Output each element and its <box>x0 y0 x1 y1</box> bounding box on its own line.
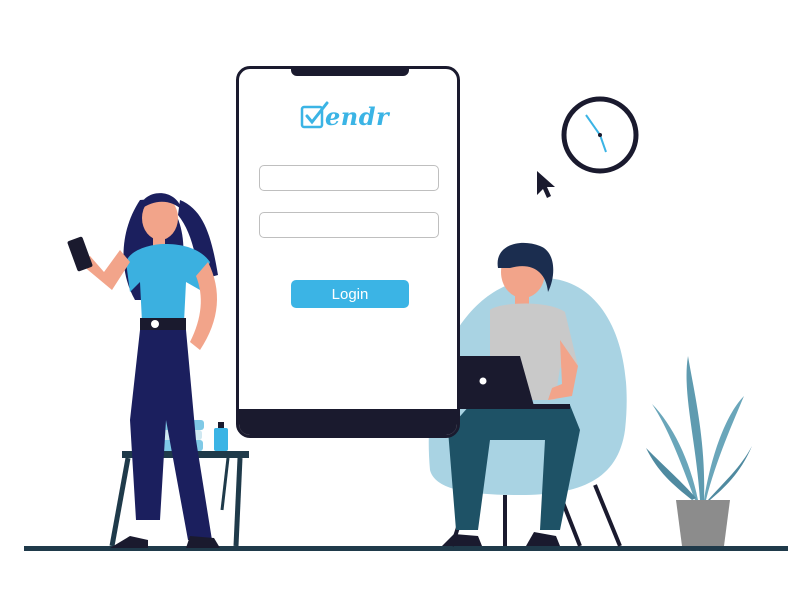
phone-bottom-bar <box>239 409 457 435</box>
clock-icon <box>561 96 639 174</box>
app-logo: endr <box>299 99 389 133</box>
username-input[interactable] <box>259 165 439 191</box>
password-input[interactable] <box>259 212 439 238</box>
logo-text: endr <box>325 101 390 131</box>
potted-plant <box>646 356 752 546</box>
phone-mockup: endr Login <box>236 66 460 438</box>
login-button[interactable]: Login <box>291 280 409 308</box>
woman-figure <box>67 193 220 548</box>
phone-notch <box>291 69 409 76</box>
mouse-pointer-icon <box>537 171 555 198</box>
